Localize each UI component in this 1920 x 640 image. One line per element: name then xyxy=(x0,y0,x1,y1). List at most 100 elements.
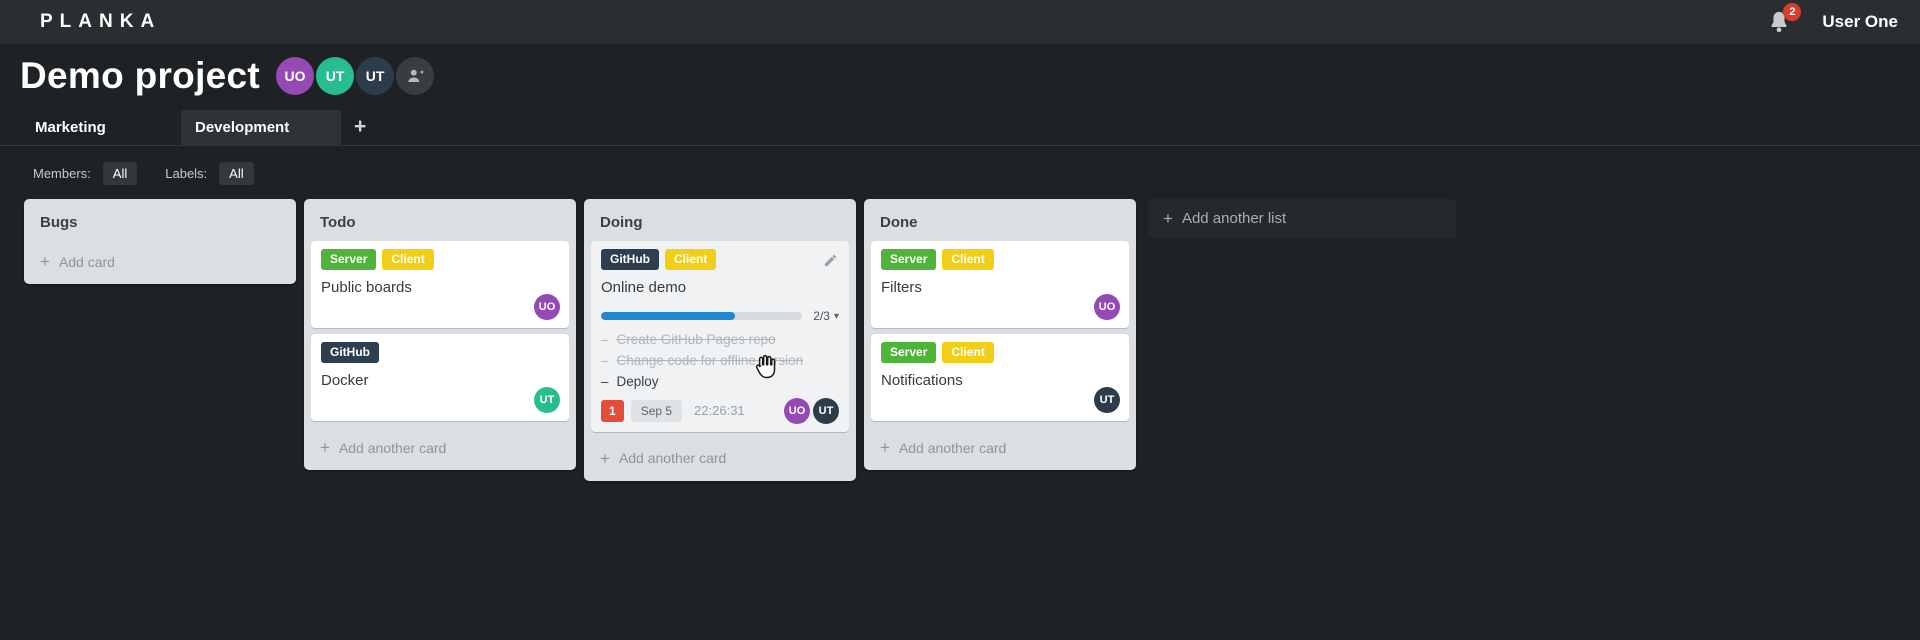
task-text: Change code for offline version xyxy=(616,352,804,368)
card-labels: Server Client xyxy=(881,342,1119,363)
edit-card-button[interactable] xyxy=(823,253,838,273)
edit-pencil-icon xyxy=(824,254,837,267)
list-title[interactable]: Doing xyxy=(591,206,849,241)
label-client: Client xyxy=(942,342,994,363)
add-member-button[interactable] xyxy=(396,57,435,95)
project-header: Demo project UO UT UT xyxy=(0,44,1920,97)
task-dash: – xyxy=(601,352,609,368)
members-filter-value[interactable]: All xyxy=(102,162,138,185)
task-item: – Change code for offline version xyxy=(601,353,839,370)
card-footer: 1 Sep 5 22:26:31 UO UT xyxy=(601,397,839,424)
card-title: Online demo xyxy=(601,279,687,296)
label-github: GitHub xyxy=(321,342,379,363)
card-labels: GitHub xyxy=(321,342,559,363)
add-card-label: Add another card xyxy=(338,439,447,456)
filters-bar: Members: All Labels: All xyxy=(33,162,1920,185)
members-filter-label: Members: xyxy=(33,166,91,181)
progress-dropdown[interactable]: 2/3 ▾ xyxy=(813,309,839,323)
card-members: UT xyxy=(534,387,560,413)
top-bar: PLANKA 2 User One xyxy=(0,0,1920,44)
list-bugs: Bugs + Add card xyxy=(24,199,296,284)
labels-filter-value[interactable]: All xyxy=(219,162,254,185)
avatar: UO xyxy=(784,397,810,424)
plus-icon: + xyxy=(320,438,330,457)
label-server: Server xyxy=(321,249,377,270)
tab-development[interactable]: Development xyxy=(181,109,341,146)
tabs: Marketing Development xyxy=(0,109,341,146)
card[interactable]: Server Client Notifications UT xyxy=(871,334,1129,421)
card[interactable]: GitHub Client Online demo 2/3 ▾ – Create GitHu… xyxy=(591,241,849,432)
add-card-label: Add card xyxy=(58,253,115,270)
card-labels: GitHub Client xyxy=(601,249,839,270)
task-dash: – xyxy=(601,373,609,389)
app-logo[interactable]: PLANKA xyxy=(40,11,161,33)
add-card-button[interactable]: + Add another card xyxy=(311,427,569,463)
card-title: Filters xyxy=(881,279,922,296)
card-title: Public boards xyxy=(321,279,412,296)
progress-bar-fill xyxy=(601,312,736,320)
avatar: UO xyxy=(276,57,315,95)
add-card-button[interactable]: + Add card xyxy=(31,241,289,277)
plus-icon: + xyxy=(880,438,890,457)
add-card-button[interactable]: + Add another card xyxy=(591,438,849,474)
notification-count-badge: 2 xyxy=(1783,3,1802,21)
card-labels: Server Client xyxy=(881,249,1119,270)
card-title: Docker xyxy=(321,372,369,389)
list-title[interactable]: Done xyxy=(871,206,1129,241)
plus-icon: + xyxy=(600,448,610,468)
card-members: UO xyxy=(534,294,560,320)
task-list: – Create GitHub Pages repo – Change code fo… xyxy=(601,332,839,391)
label-client: Client xyxy=(942,249,994,270)
avatar: UT xyxy=(1094,387,1120,413)
chevron-down-icon: ▾ xyxy=(833,310,839,322)
plus-icon: + xyxy=(40,252,50,271)
card-members: UT xyxy=(1094,387,1120,413)
card[interactable]: Server Client Filters UO xyxy=(871,241,1129,328)
label-server: Server xyxy=(881,249,937,270)
label-client: Client xyxy=(382,249,434,270)
person-add-icon xyxy=(407,69,424,83)
labels-filter-label: Labels: xyxy=(165,166,208,181)
add-card-label: Add another card xyxy=(898,439,1007,456)
list-title[interactable]: Bugs xyxy=(31,206,289,241)
card-labels: Server Client xyxy=(321,249,559,270)
avatar: UT xyxy=(356,57,395,95)
add-list-label: Add another list xyxy=(1181,210,1287,227)
avatar: UT xyxy=(534,387,560,413)
board: Bugs + Add card Todo Server Client Public boar… xyxy=(0,185,1920,481)
board-tabs-row: Marketing Development + xyxy=(0,109,1920,146)
avatar: UO xyxy=(534,294,560,320)
board-lists: Bugs + Add card Todo Server Client Public boar… xyxy=(24,199,1136,481)
label-client: Client xyxy=(665,249,717,270)
avatar: UT xyxy=(813,397,839,424)
card-members: UO UT xyxy=(784,397,839,424)
task-progress: 2/3 ▾ xyxy=(601,309,839,323)
progress-bar xyxy=(601,312,803,320)
label-server: Server xyxy=(881,342,937,363)
add-list-button[interactable]: + Add another list xyxy=(1148,199,1456,238)
user-menu[interactable]: User One xyxy=(1822,12,1904,32)
card-members: UO xyxy=(1094,294,1120,320)
list-done: Done Server Client Filters UO Server Client Not… xyxy=(864,199,1136,470)
task-dash: – xyxy=(601,332,609,347)
progress-count: 2/3 xyxy=(813,309,830,323)
card[interactable]: GitHub Docker UT xyxy=(311,334,569,421)
project-title[interactable]: Demo project xyxy=(20,55,260,97)
task-text: Create GitHub Pages repo xyxy=(616,332,776,347)
card-title: Notifications xyxy=(881,372,963,389)
avatar: UT xyxy=(316,57,355,95)
list-todo: Todo Server Client Public boards UO GitHub Doc… xyxy=(304,199,576,470)
add-board-button[interactable]: + xyxy=(354,116,366,140)
add-card-button[interactable]: + Add another card xyxy=(871,427,1129,463)
card[interactable]: Server Client Public boards UO xyxy=(311,241,569,328)
timer-value[interactable]: 22:26:31 xyxy=(694,403,745,418)
task-item: – Create GitHub Pages repo xyxy=(601,332,839,349)
project-avatars: UO UT UT xyxy=(276,57,436,95)
add-card-label: Add another card xyxy=(618,450,727,467)
tab-marketing[interactable]: Marketing xyxy=(0,110,181,146)
notifications-button[interactable]: 2 xyxy=(1768,3,1802,34)
task-item: – Deploy xyxy=(601,374,839,391)
list-title[interactable]: Todo xyxy=(311,206,569,241)
due-date-badge[interactable]: Sep 5 xyxy=(630,399,683,422)
label-github: GitHub xyxy=(601,249,659,270)
